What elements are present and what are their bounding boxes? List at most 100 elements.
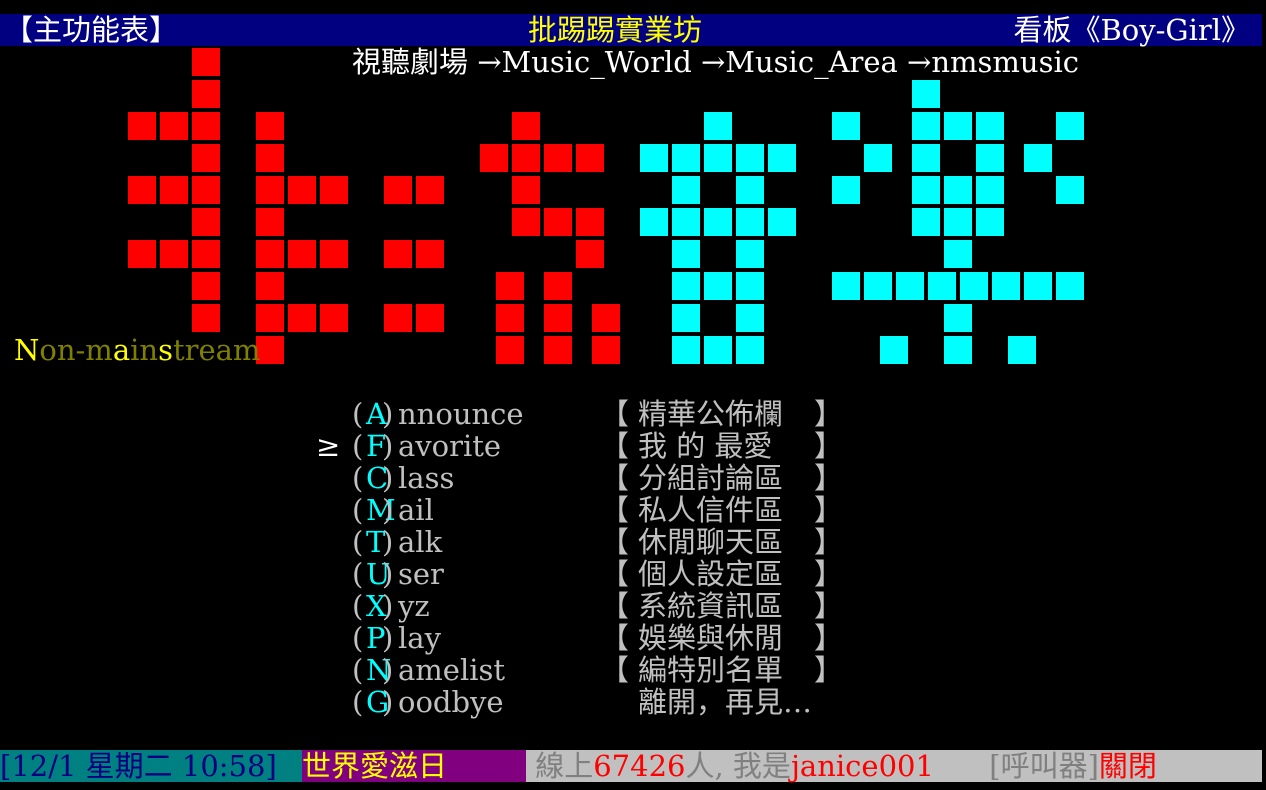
- online-suffix: 人, 我是: [685, 749, 791, 783]
- pixel-block: [256, 112, 284, 140]
- menu-item-label: alk: [398, 525, 443, 559]
- pixel-block: [288, 240, 316, 268]
- tagline-part: on-m: [39, 333, 113, 367]
- pixel-block: [672, 336, 700, 364]
- pixel-block: [912, 144, 940, 172]
- pixel-block: [960, 272, 988, 300]
- pixel-block: [192, 208, 220, 236]
- status-online: 線上67426人, 我是janice001 [呼叫器]關閉: [526, 750, 1262, 782]
- pixel-block: [192, 304, 220, 332]
- pixel-block: [976, 112, 1004, 140]
- menu-item-announce[interactable]: (A) nnounce 【精華公佈欄】: [0, 398, 1266, 430]
- menu-item-talk[interactable]: (T) alk 【休閒聊天區】: [0, 526, 1266, 558]
- pixel-block: [736, 304, 764, 332]
- pixel-block: [944, 176, 972, 204]
- pixel-block: [576, 240, 604, 268]
- pager-label: [呼叫器]: [989, 749, 1099, 783]
- pixel-block: [1008, 336, 1036, 364]
- menu-item-label: oodbye: [398, 685, 504, 719]
- pixel-block: [512, 176, 540, 204]
- pixel-block: [672, 304, 700, 332]
- pixel-block: [992, 272, 1020, 300]
- pixel-block: [128, 240, 156, 268]
- pixel-block: [736, 176, 764, 204]
- pixel-block: [736, 336, 764, 364]
- pixel-block: [832, 272, 860, 300]
- pixel-block: [704, 112, 732, 140]
- pixel-block: [736, 240, 764, 268]
- pixel-block: [544, 144, 572, 172]
- pixel-block: [672, 240, 700, 268]
- pixel-block: [384, 240, 412, 268]
- pixel-block: [672, 208, 700, 236]
- menu-item-play[interactable]: (P) lay 【娛樂與休閒】: [0, 622, 1266, 654]
- pixel-block: [256, 144, 284, 172]
- menu-item-label: nnounce: [398, 397, 524, 431]
- pixel-block: [912, 80, 940, 108]
- pixel-block: [928, 272, 956, 300]
- pixel-block: [496, 304, 524, 332]
- menu-item-label: amelist: [398, 653, 506, 687]
- menu-item-goodbye[interactable]: (G) oodbye 離開，再見…: [0, 686, 1266, 718]
- pixel-block: [592, 336, 620, 364]
- pixel-block: [912, 176, 940, 204]
- pixel-block: [944, 208, 972, 236]
- pixel-block: [544, 336, 572, 364]
- menu-item-class[interactable]: (C) lass 【分組討論區】: [0, 462, 1266, 494]
- pixel-block: [672, 272, 700, 300]
- pixel-block: [128, 112, 156, 140]
- pixel-block: [512, 144, 540, 172]
- menu-item-user[interactable]: (U) ser 【個人設定區】: [0, 558, 1266, 590]
- pixel-block: [256, 272, 284, 300]
- pixel-block: [496, 272, 524, 300]
- menu-item-desc: 我 的 最愛: [638, 429, 773, 463]
- pixel-block: [192, 272, 220, 300]
- tagline-part: tream: [172, 333, 261, 367]
- pixel-block: [160, 112, 188, 140]
- pixel-block: [160, 240, 188, 268]
- menu-item-mail[interactable]: (M) ail 【私人信件區】: [0, 494, 1266, 526]
- pixel-block: [736, 272, 764, 300]
- menu-item-desc: 娛樂與休閒: [638, 621, 784, 655]
- pixel-block: [704, 144, 732, 172]
- menu-item-desc: 私人信件區: [638, 493, 784, 527]
- breadcrumb: 視聽劇場 →Music_World →Music_Area →nmsmusic: [352, 45, 1079, 79]
- menu-item-label: ail: [398, 493, 434, 527]
- menu-item-desc: 個人設定區: [638, 557, 784, 591]
- pixel-block: [864, 272, 892, 300]
- tagline-part: in: [130, 333, 159, 367]
- menu-item-label: yz: [398, 589, 430, 623]
- pixel-block: [640, 208, 668, 236]
- pixel-block: [192, 80, 220, 108]
- pixel-block: [944, 336, 972, 364]
- pixel-block: [768, 144, 796, 172]
- pixel-block: [1056, 176, 1084, 204]
- pixel-block: [544, 272, 572, 300]
- pixel-block: [976, 208, 1004, 236]
- pixel-block: [704, 336, 732, 364]
- menu-item-favorite[interactable]: ≥ (F) avorite 【我 的 最愛】: [0, 430, 1266, 462]
- pixel-block: [512, 208, 540, 236]
- menu-title: 【主功能表】: [4, 13, 179, 47]
- online-count: 67426: [593, 749, 686, 783]
- pixel-block: [944, 240, 972, 268]
- pixel-block: [944, 112, 972, 140]
- pixel-block: [640, 144, 668, 172]
- pixel-block: [864, 144, 892, 172]
- pixel-block: [1024, 144, 1052, 172]
- pixel-block: [416, 176, 444, 204]
- pixel-block: [736, 144, 764, 172]
- pixel-block: [832, 112, 860, 140]
- pixel-block: [512, 112, 540, 140]
- pixel-block: [592, 304, 620, 332]
- pixel-block: [912, 208, 940, 236]
- menu-item-label: avorite: [398, 429, 502, 463]
- pixel-block: [384, 176, 412, 204]
- menu-item-namelist[interactable]: (N) amelist 【編特別名單】: [0, 654, 1266, 686]
- pixel-block: [256, 304, 284, 332]
- menu-item-desc: 系統資訊區: [638, 589, 784, 623]
- menu-item-xyz[interactable]: (X) yz 【系統資訊區】: [0, 590, 1266, 622]
- pixel-block: [192, 48, 220, 76]
- title-bar: 【主功能表】 批踢踢實業坊 看板《Boy-Girl》: [0, 14, 1262, 46]
- pixel-block: [128, 176, 156, 204]
